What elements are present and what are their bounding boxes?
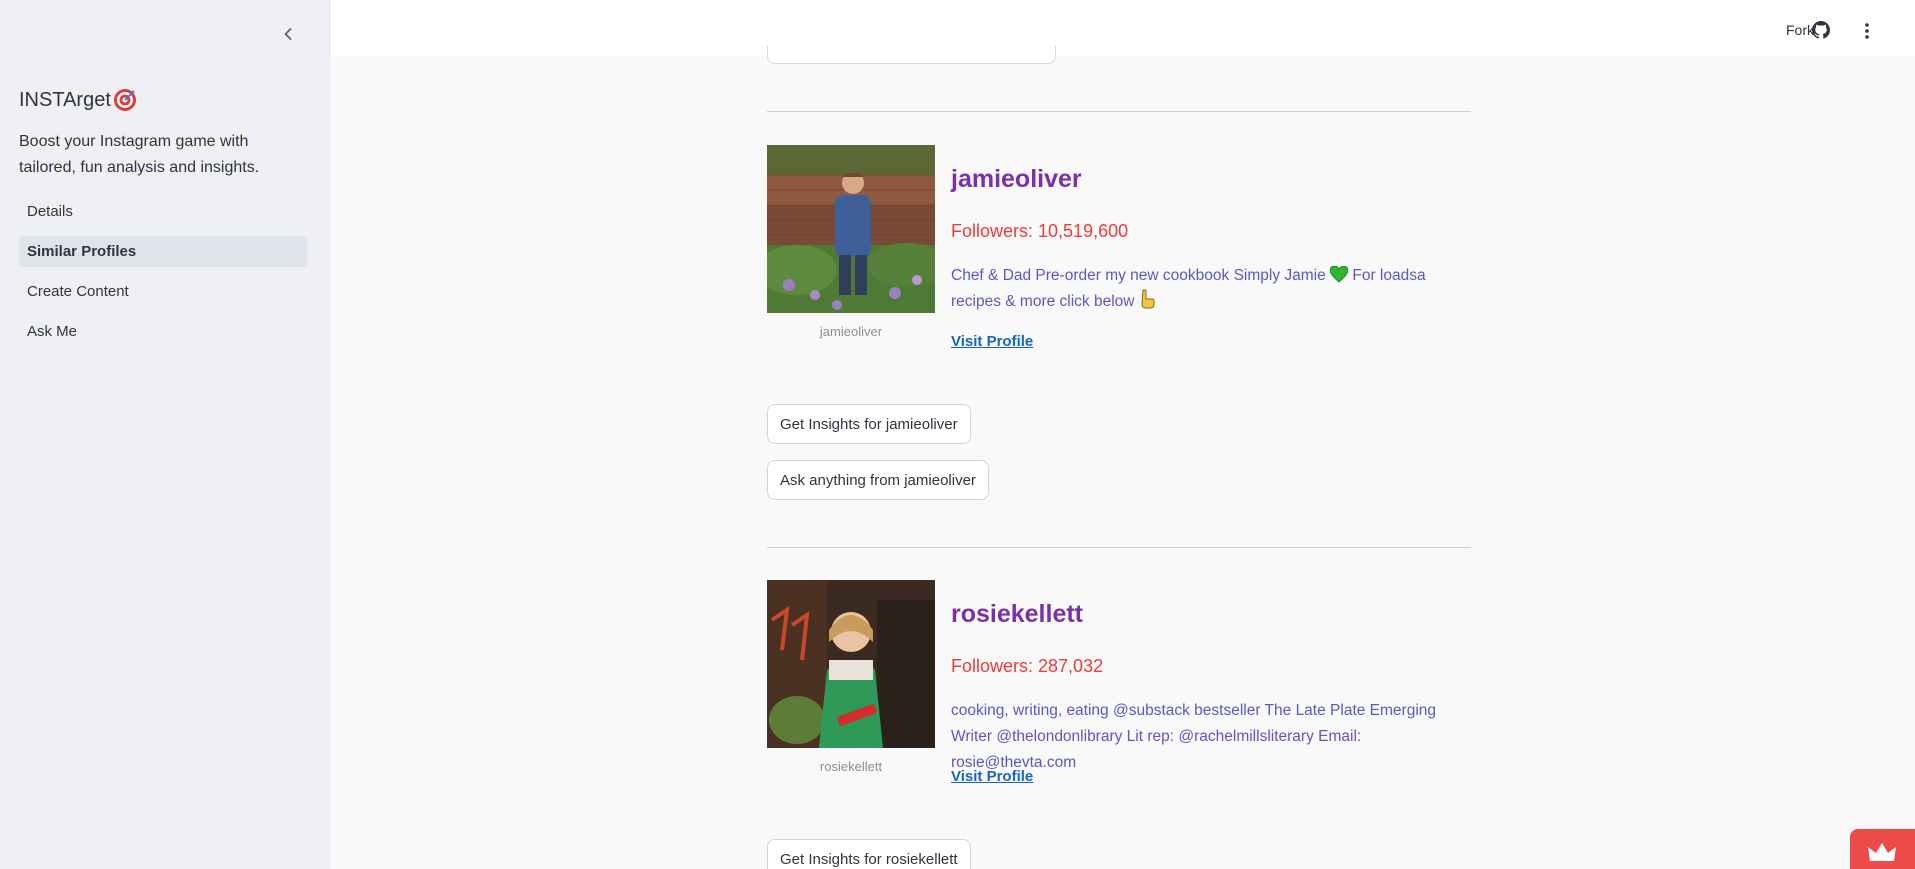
app-description: Boost your Instagram game with tailored,… xyxy=(19,133,260,176)
sidebar-item-details[interactable]: Details xyxy=(19,196,307,227)
profile-username: rosiekellett xyxy=(951,600,1084,628)
get-insights-button[interactable]: Get Insights for jamieoliver xyxy=(767,404,971,444)
app-name: INSTArget xyxy=(19,88,111,111)
app-title: INSTArget xyxy=(19,88,137,112)
profile-bio: Chef & Dad Pre-order my new cookbook Sim… xyxy=(951,263,1471,315)
streamlit-badge[interactable] xyxy=(1850,829,1915,869)
sidebar-item-create-content[interactable]: Create Content xyxy=(19,276,307,307)
profile-caption: rosiekellett xyxy=(819,759,883,774)
get-insights-button[interactable]: Get Insights for rosiekellett xyxy=(767,839,971,869)
profile-username: jamieoliver xyxy=(951,165,1082,193)
sidebar-item-similar-profiles[interactable]: Similar Profiles xyxy=(19,236,307,267)
bio-text: Chef & Dad Pre-order my new cookbook Sim… xyxy=(951,267,1326,284)
followers-count: Followers: 287,032 xyxy=(951,656,1104,676)
target-icon xyxy=(113,89,136,111)
more-vertical-icon[interactable] xyxy=(1859,22,1875,40)
profile-photo xyxy=(767,145,935,313)
profile-caption: jamieoliver xyxy=(819,324,883,339)
divider xyxy=(767,547,1471,548)
previous-button-partial[interactable] xyxy=(767,46,1056,64)
sidebar-item-label: Create Content xyxy=(27,283,129,300)
main-content: jamieoliver jamieoliver Followers: 10,51… xyxy=(331,46,1915,869)
collapse-sidebar-button[interactable] xyxy=(278,24,298,44)
followers-count: Followers: 10,519,600 xyxy=(951,221,1129,241)
ask-anything-button[interactable]: Ask anything from jamieoliver xyxy=(767,460,989,500)
github-icon[interactable] xyxy=(1812,21,1830,39)
chevron-left-icon xyxy=(284,28,292,40)
visit-profile-link[interactable]: Visit Profile xyxy=(951,768,1033,785)
sidebar-nav: Details Similar Profiles Create Content … xyxy=(19,196,307,356)
sidebar-item-label: Similar Profiles xyxy=(27,243,137,260)
fork-link[interactable]: Fork xyxy=(1786,22,1814,38)
visit-profile-link[interactable]: Visit Profile xyxy=(951,333,1033,350)
sidebar-item-label: Details xyxy=(27,203,73,220)
crown-icon xyxy=(1868,843,1896,861)
sidebar-item-label: Ask Me xyxy=(27,323,78,340)
sidebar-item-ask-me[interactable]: Ask Me xyxy=(19,316,307,347)
green-heart-icon xyxy=(1330,266,1349,283)
top-header: Fork xyxy=(331,0,1915,56)
profile-photo xyxy=(767,580,935,748)
pointing-down-icon xyxy=(1141,289,1155,309)
sidebar: INSTArget Boost your Instagram game with… xyxy=(0,0,331,869)
profile-bio: cooking, writing, eating @substack bests… xyxy=(951,702,1437,771)
divider xyxy=(767,111,1471,112)
